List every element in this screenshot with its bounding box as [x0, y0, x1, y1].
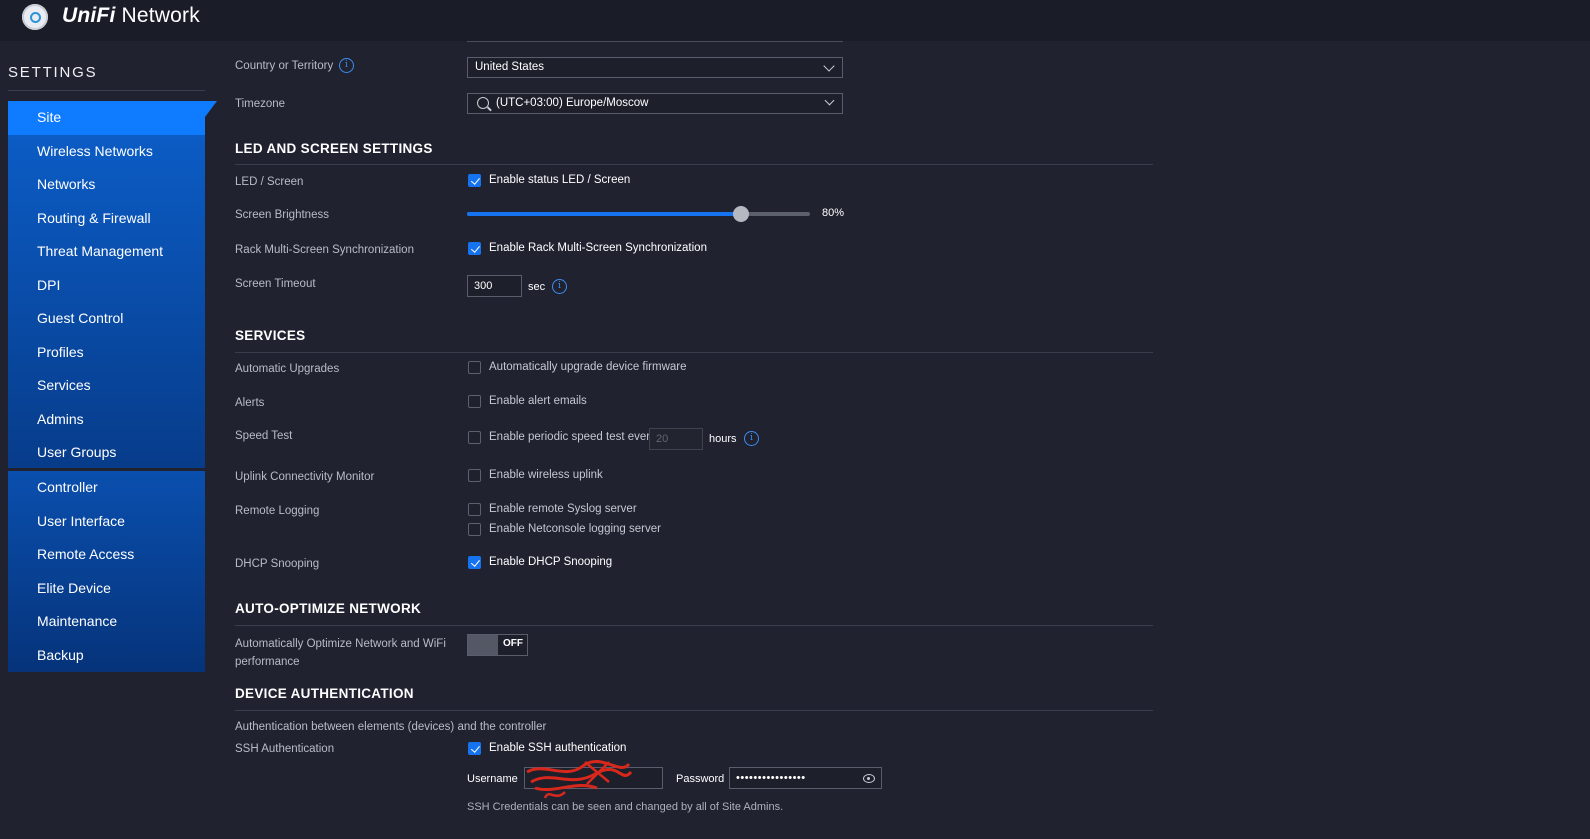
password-value: •••••••••••••••• [736, 772, 806, 784]
dhcp-snooping-checkbox-label[interactable]: Enable DHCP Snooping [489, 556, 612, 568]
ssh-credentials-note: SSH Credentials can be seen and changed … [467, 801, 784, 813]
netconsole-checkbox-label[interactable]: Enable Netconsole logging server [489, 523, 661, 535]
section-heading-led: LED AND SCREEN SETTINGS [235, 141, 433, 156]
rack-sync-checkbox-label[interactable]: Enable Rack Multi-Screen Synchronization [489, 242, 707, 254]
rack-sync-checkbox[interactable] [468, 242, 481, 255]
netconsole-checkbox[interactable] [468, 523, 481, 536]
timeout-input[interactable]: 300 [467, 275, 522, 297]
redaction-scribble [526, 759, 633, 799]
brightness-value: 80% [822, 207, 845, 219]
speed-test-checkbox-label[interactable]: Enable periodic speed test every [489, 431, 656, 443]
password-input[interactable]: •••••••••••••••• [729, 767, 882, 789]
upgrades-checkbox-label[interactable]: Automatically upgrade device firmware [489, 361, 687, 373]
divider [235, 625, 1153, 626]
divider [235, 164, 1153, 165]
speed-test-checkbox[interactable] [468, 431, 481, 444]
country-label: Country or Territory [235, 60, 334, 72]
syslog-checkbox[interactable] [468, 503, 481, 516]
settings-content: Country or Territory i United States Tim… [0, 0, 1590, 839]
led-label: LED / Screen [235, 176, 304, 188]
divider [467, 41, 843, 42]
uplink-label: Uplink Connectivity Monitor [235, 471, 375, 483]
remote-logging-label: Remote Logging [235, 505, 320, 517]
ssh-label: SSH Authentication [235, 743, 335, 755]
auth-description: Authentication between elements (devices… [235, 721, 547, 733]
uplink-checkbox[interactable] [468, 469, 481, 482]
auto-optimize-label-line2: performance [235, 656, 300, 668]
upgrades-label: Automatic Upgrades [235, 363, 340, 375]
timezone-value: (UTC+03:00) Europe/Moscow [496, 97, 649, 109]
speed-test-unit: hours [709, 433, 737, 445]
country-select[interactable]: United States [467, 57, 843, 78]
alerts-checkbox-label[interactable]: Enable alert emails [489, 395, 587, 407]
slider-handle[interactable] [733, 206, 750, 222]
auto-optimize-label-line1: Automatically Optimize Network and WiFi [235, 638, 446, 650]
alerts-label: Alerts [235, 397, 265, 409]
led-checkbox-label[interactable]: Enable status LED / Screen [489, 174, 630, 186]
timeout-unit: sec [528, 281, 546, 293]
alerts-checkbox[interactable] [468, 395, 481, 408]
username-label: Username [467, 773, 518, 785]
section-heading-auto-optimize: AUTO-OPTIMIZE NETWORK [235, 601, 422, 616]
ssh-checkbox-label[interactable]: Enable SSH authentication [489, 742, 626, 754]
syslog-checkbox-label[interactable]: Enable remote Syslog server [489, 503, 637, 515]
timezone-select[interactable]: (UTC+03:00) Europe/Moscow [467, 93, 843, 114]
info-icon[interactable]: i [744, 431, 759, 446]
toggle-state: OFF [503, 638, 523, 649]
speed-test-label: Speed Test [235, 430, 293, 442]
speed-test-interval-input[interactable]: 20 [649, 428, 703, 450]
ssh-checkbox[interactable] [468, 742, 481, 755]
country-value: United States [475, 61, 545, 73]
brightness-label: Screen Brightness [235, 209, 329, 221]
timeout-label: Screen Timeout [235, 278, 316, 290]
uplink-checkbox-label[interactable]: Enable wireless uplink [489, 469, 603, 481]
chevron-down-icon [823, 60, 835, 72]
toggle-knob [468, 635, 498, 655]
section-heading-device-auth: DEVICE AUTHENTICATION [235, 686, 414, 701]
chevron-down-icon [824, 95, 835, 106]
search-icon [477, 97, 489, 109]
auto-optimize-toggle[interactable]: OFF [467, 634, 528, 656]
brightness-slider[interactable] [467, 206, 810, 222]
slider-fill [467, 212, 742, 216]
password-label: Password [676, 773, 725, 785]
dhcp-snooping-checkbox[interactable] [468, 556, 481, 569]
dhcp-snooping-label: DHCP Snooping [235, 558, 320, 570]
eye-icon[interactable] [863, 774, 875, 783]
led-checkbox[interactable] [468, 174, 481, 187]
info-icon[interactable]: i [339, 58, 354, 73]
upgrades-checkbox[interactable] [468, 361, 481, 374]
info-icon[interactable]: i [552, 279, 567, 294]
timezone-label: Timezone [235, 98, 286, 110]
divider [235, 710, 1153, 711]
rack-sync-label: Rack Multi-Screen Synchronization [235, 244, 414, 256]
section-heading-services: SERVICES [235, 328, 306, 343]
divider [235, 352, 1153, 353]
